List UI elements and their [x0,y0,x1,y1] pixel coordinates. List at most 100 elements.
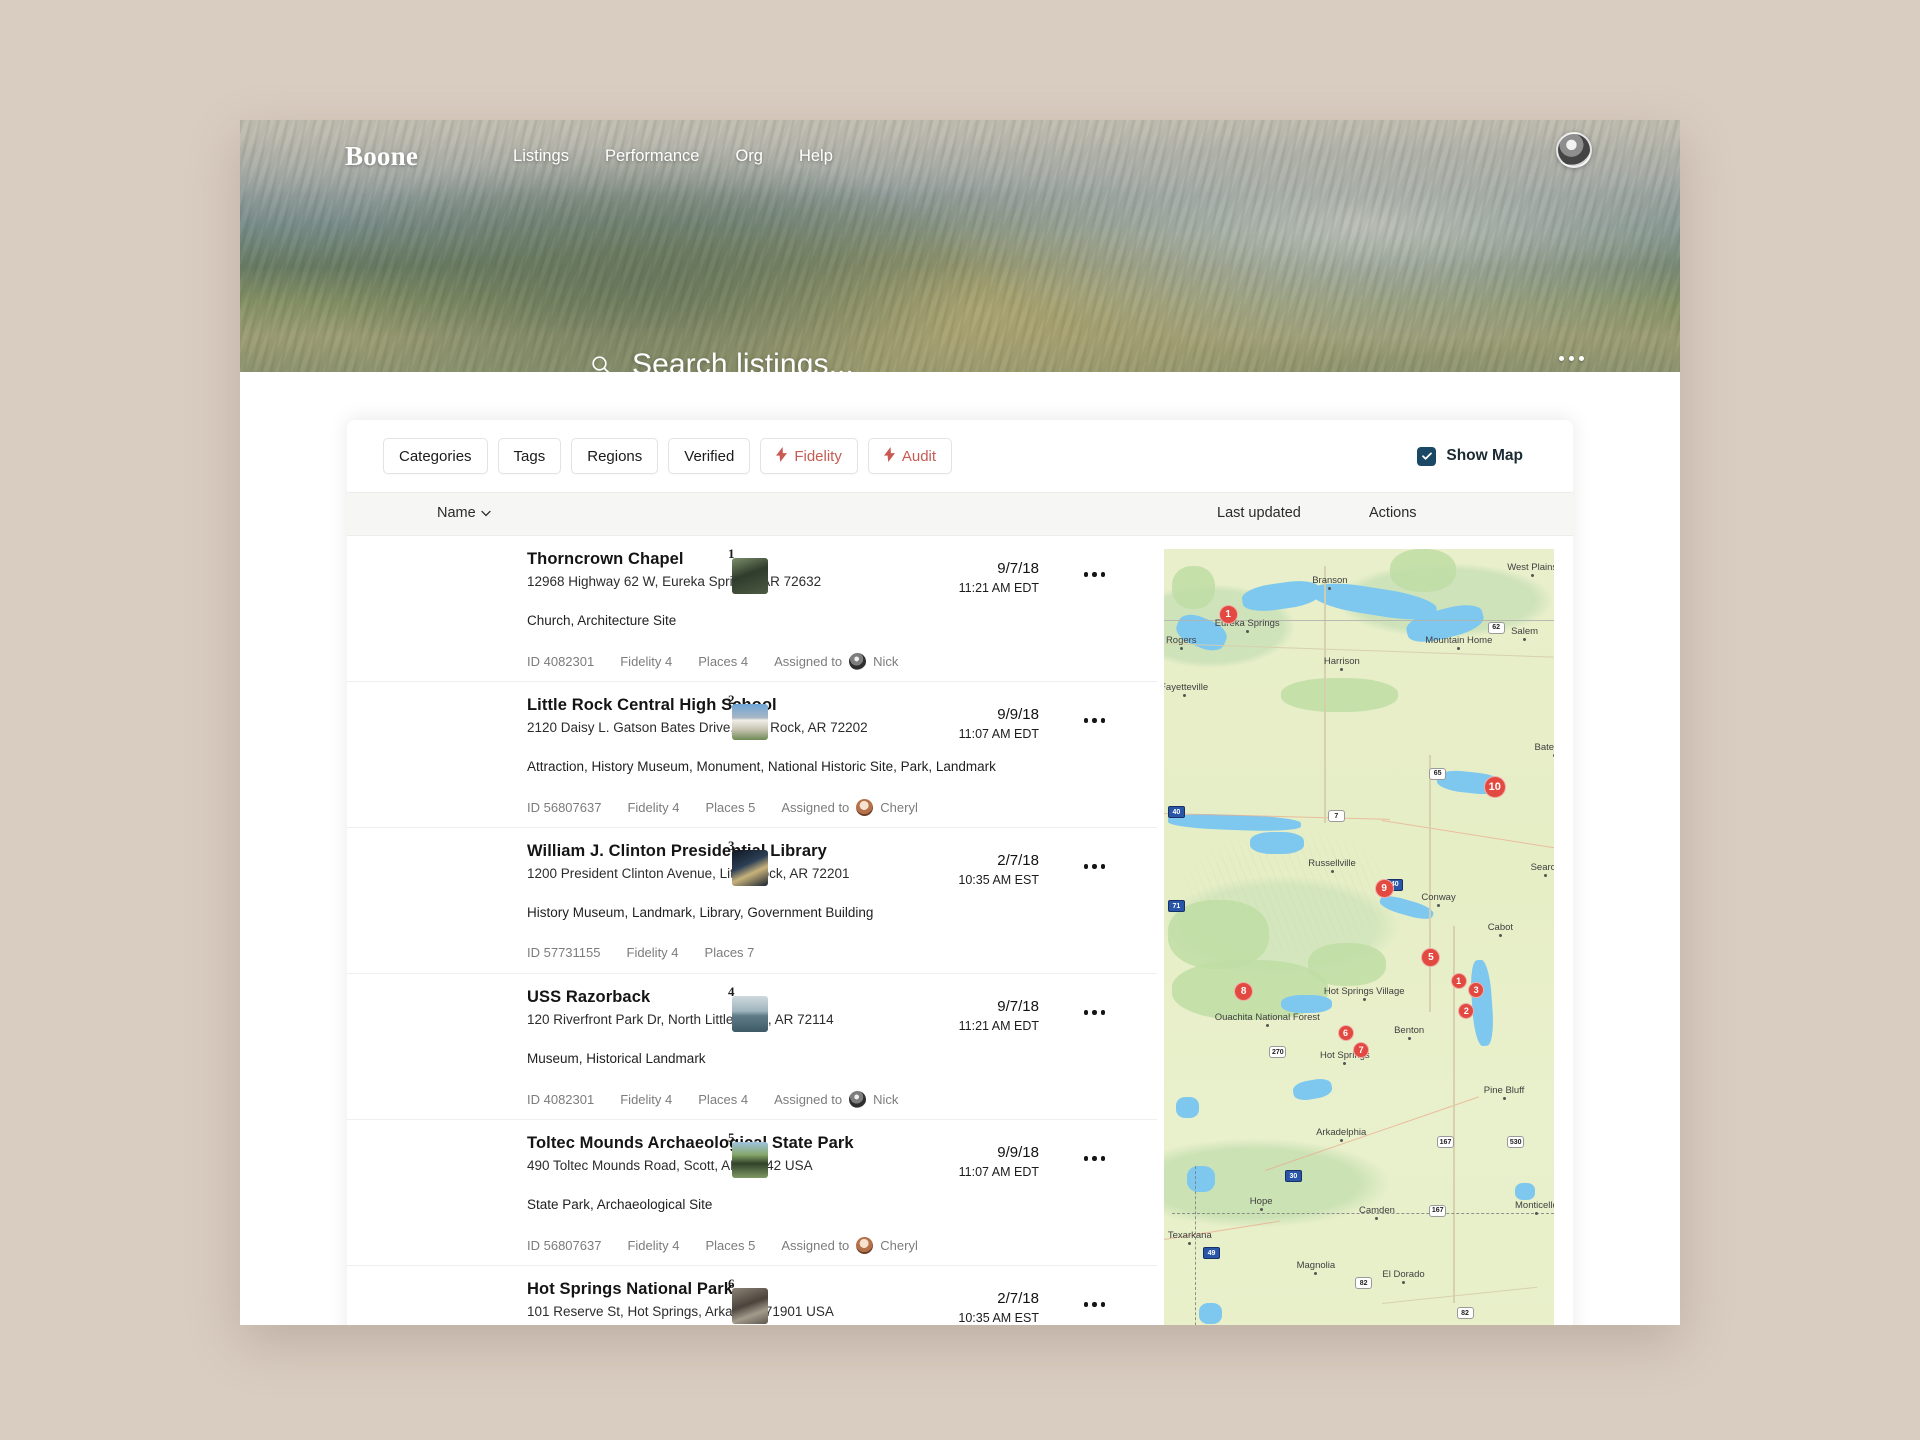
filter-chip-fidelity[interactable]: Fidelity [760,438,858,474]
table-row[interactable]: 1 Thorncrown Chapel 12968 Highway 62 W, … [347,536,1157,682]
map-city-label: Salem [1511,626,1538,642]
listing-places: Places 5 [705,800,756,815]
listing-assigned-label: Assigned to [781,1238,850,1253]
listing-address: 12968 Highway 62 W, Eureka Springs, AR 7… [527,574,822,589]
map-city-label: West Plains [1507,562,1554,577]
row-actions-menu-icon[interactable] [1083,864,1105,869]
listing-id: ID 56807637 [527,800,602,815]
row-actions-menu-icon[interactable] [1083,1302,1105,1307]
listing-last-updated: 9/9/18 11:07 AM EDT [959,1144,1039,1179]
table-row[interactable]: 6 Hot Springs National Park 101 Reserve … [347,1266,1157,1325]
nav-item-listings[interactable]: Listings [513,147,569,166]
listing-title[interactable]: Thorncrown Chapel [527,550,1157,569]
assignee-avatar [849,1091,867,1108]
show-map-toggle[interactable]: Show Map [1417,446,1545,466]
map-city-label: Ouachita National Forest [1215,1012,1320,1027]
search-bar[interactable]: Search listings... [590,348,854,372]
listing-assignee: Assigned to Nick [774,1091,898,1108]
listing-last-updated: 9/9/18 11:07 AM EDT [959,706,1039,741]
listing-title[interactable]: Toltec Mounds Archaeological State Park [527,1134,1157,1153]
row-actions-menu-icon[interactable] [1083,1010,1105,1015]
nav-item-performance[interactable]: Performance [605,147,699,166]
user-avatar[interactable] [1556,132,1592,168]
map-city-name: Arkadelphia [1316,1127,1367,1139]
map-water [1249,831,1305,855]
listing-title[interactable]: USS Razorback [527,988,1157,1007]
listing-categories: State Park, Archaeological Site [527,1197,713,1212]
filter-chip-label: Fidelity [794,447,842,465]
map-water [1175,1097,1200,1119]
map-city-name: Branson [1312,574,1348,586]
map-city-name: Russellville [1308,857,1356,869]
table-row[interactable]: 5 Toltec Mounds Archaeological State Par… [347,1120,1157,1266]
checkbox-checked-icon[interactable] [1417,446,1437,466]
table-row[interactable]: 3 William J. Clinton Presidential Librar… [347,828,1157,974]
map-city-name: El Dorado [1382,1268,1425,1280]
filter-chip-verified[interactable]: Verified [668,438,751,474]
listing-thumbnail[interactable] [732,558,768,594]
map-pin[interactable]: 1 [1450,973,1467,990]
listing-title[interactable]: Hot Springs National Park [527,1280,1157,1299]
listing-fidelity: Fidelity 4 [627,1238,680,1253]
map-city-label: Harrison [1324,656,1360,672]
filter-chip-group: Categories Tags Regions Verified Fidelit… [383,438,953,474]
map-pin[interactable]: 1 [1218,604,1238,624]
map-pin[interactable]: 3 [1468,981,1485,998]
map-pin[interactable]: 9 [1374,878,1394,898]
map-pin[interactable]: 8 [1234,981,1254,1001]
column-header-name-label: Name [437,505,476,521]
filter-chip-tags[interactable]: Tags [497,438,562,474]
listing-time: 11:21 AM EDT [958,1019,1039,1033]
listing-thumbnail[interactable] [732,850,768,886]
map-city-name: Texarkana [1167,1230,1212,1242]
row-actions-menu-icon[interactable] [1083,718,1105,723]
listings-list[interactable]: 1 Thorncrown Chapel 12968 Highway 62 W, … [347,536,1157,1325]
map-forest-area [1281,677,1398,712]
map-city-name: Batesville [1534,741,1555,753]
map-pin[interactable]: 7 [1353,1041,1370,1058]
filter-chip-regions[interactable]: Regions [571,438,659,474]
filter-chip-categories[interactable]: Categories [383,438,488,474]
app-logo[interactable]: Boone [345,141,418,172]
map-city-label: Benton [1394,1025,1424,1040]
map-route-shield: 62 [1487,621,1505,634]
row-actions-menu-icon[interactable] [1083,572,1105,577]
listing-date: 9/7/18 [997,560,1039,577]
app-window: Boone Listings Performance Org Help Sear… [240,120,1680,1325]
listing-thumbnail[interactable] [732,1142,768,1178]
search-input[interactable]: Search listings... [632,348,854,372]
map-route-shield: 7 [1327,810,1345,823]
listing-title[interactable]: Little Rock Central High School [527,696,1157,715]
map-pin[interactable]: 5 [1421,947,1441,967]
map-panel: Branson West Plains Eureka Springs Rogers Mo… [1158,536,1573,1325]
listing-address: 101 Reserve St, Hot Springs, Arkansas 71… [527,1304,834,1319]
hero-overflow-menu-icon[interactable] [1559,356,1584,361]
map-route-shield: 82 [1355,1277,1373,1290]
row-actions-menu-icon[interactable] [1083,1156,1105,1161]
map-canvas[interactable]: Branson West Plains Eureka Springs Rogers Mo… [1164,549,1554,1325]
column-header-actions: Actions [1369,505,1417,521]
listing-places: Places 4 [698,1092,749,1107]
listing-thumbnail[interactable] [732,1288,768,1324]
listing-fidelity: Fidelity 4 [620,1092,673,1107]
map-pin[interactable]: 10 [1483,776,1506,799]
map-route-shield: 49 [1203,1247,1220,1260]
map-city-name: Fayetteville [1164,681,1209,693]
nav-item-help[interactable]: Help [799,147,833,166]
listing-thumbnail[interactable] [732,704,768,740]
map-city-label: Fayetteville [1164,682,1208,697]
table-row[interactable]: 2 Little Rock Central High School 2120 D… [347,682,1157,828]
map-city-name: West Plains [1507,561,1554,573]
nav-item-org[interactable]: Org [735,147,763,166]
column-header-name[interactable]: Name [437,505,491,521]
chevron-down-icon [481,505,491,521]
listing-thumbnail[interactable] [732,996,768,1032]
listing-last-updated: 9/7/18 11:21 AM EDT [959,560,1039,595]
listing-title[interactable]: William J. Clinton Presidential Library [527,842,1157,861]
map-city-label: Hot Springs Village [1324,986,1405,1002]
assignee-avatar [856,1237,874,1254]
filter-chip-audit[interactable]: Audit [867,438,953,474]
table-row[interactable]: 4 USS Razorback 120 Riverfront Park Dr, … [347,974,1157,1120]
map-pin[interactable]: 6 [1337,1024,1354,1041]
map-city-label: Monticello [1515,1200,1554,1216]
